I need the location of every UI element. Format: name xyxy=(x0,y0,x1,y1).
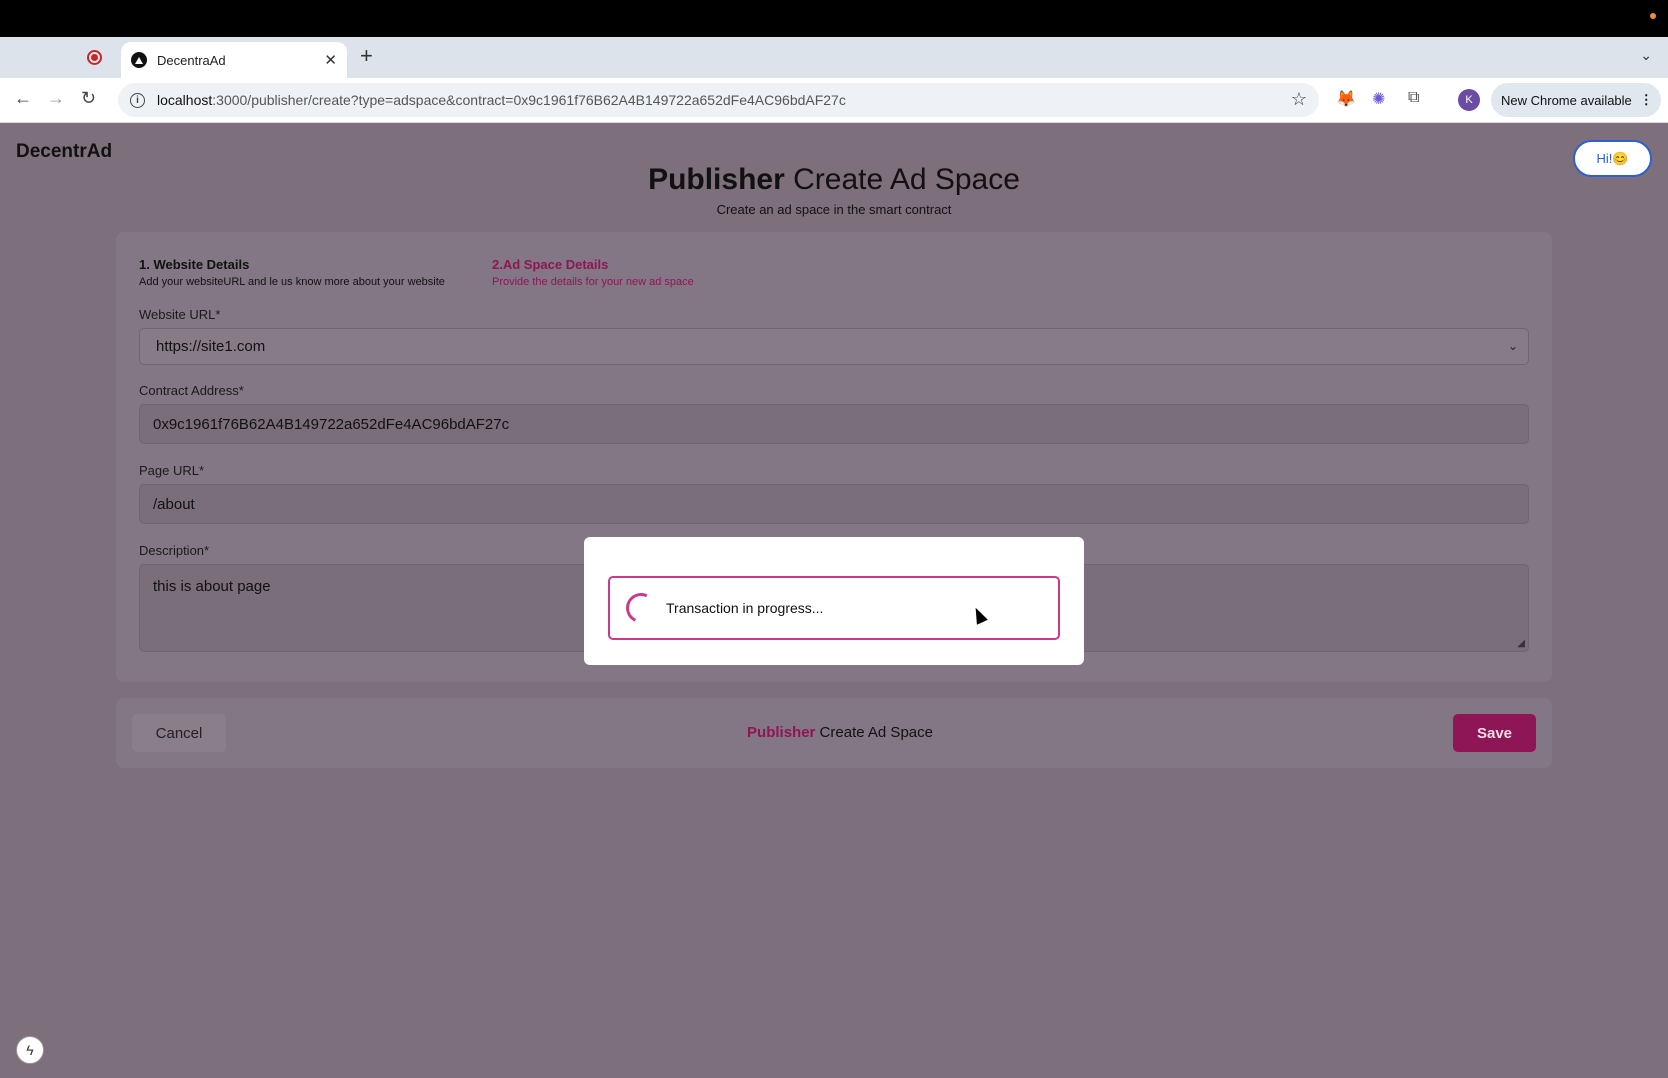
update-label: New Chrome available xyxy=(1501,92,1632,108)
loading-spinner-icon xyxy=(621,588,661,628)
browser-tab[interactable]: DecentraAd ✕ xyxy=(121,42,347,78)
contract-address-label: Contract Address* xyxy=(139,383,244,398)
profile-avatar[interactable]: K xyxy=(1458,89,1480,111)
step-website-details-subtitle: Add your websiteURL and le us know more … xyxy=(139,276,445,288)
page-subtitle: Create an ad space in the smart contract xyxy=(716,202,952,217)
os-menu-bar xyxy=(0,0,1668,37)
page-title-rest: Create Ad Space xyxy=(784,163,1020,196)
metamask-fox-icon[interactable]: 🦊 xyxy=(1336,89,1356,109)
forward-icon[interactable]: → xyxy=(47,88,65,109)
address-bar[interactable]: i localhost:3000/publisher/create?type=a… xyxy=(118,83,1319,117)
new-tab-button[interactable]: + xyxy=(360,43,373,69)
transaction-progress-box: Transaction in progress... xyxy=(608,576,1060,640)
transaction-progress-text: Transaction in progress... xyxy=(666,600,824,616)
footer-title-bold: Publisher xyxy=(747,724,816,741)
transaction-modal: Transaction in progress... xyxy=(584,537,1084,665)
lightning-bolt-icon[interactable]: ϟ xyxy=(16,1036,44,1064)
back-icon[interactable]: ← xyxy=(14,88,32,109)
website-url-label: Website URL* xyxy=(139,307,221,322)
url-path: :3000/publisher/create?type=adspace&cont… xyxy=(212,92,846,108)
step-ad-space-details-subtitle: Provide the details for your new ad spac… xyxy=(492,276,694,288)
chrome-update-button[interactable]: New Chrome available ⋮ xyxy=(1491,83,1661,117)
triangle-favicon-icon xyxy=(131,52,147,68)
extension-flower-icon[interactable]: ✺ xyxy=(1372,89,1385,109)
page-title: Publisher Create Ad Space xyxy=(0,163,1668,197)
save-button[interactable]: Save xyxy=(1453,714,1536,752)
website-url-value: https://site1.com xyxy=(156,338,266,355)
website-url-select[interactable]: https://site1.com ⌄ xyxy=(139,328,1529,365)
site-info-icon[interactable]: i xyxy=(130,92,145,108)
description-value: this is about page xyxy=(153,578,271,595)
chevron-down-icon: ⌄ xyxy=(1507,339,1518,353)
kebab-menu-icon: ⋮ xyxy=(1639,92,1653,107)
description-label: Description* xyxy=(139,543,210,558)
footer-title: Publisher Create Ad Space xyxy=(0,724,1668,741)
url-host: localhost xyxy=(157,92,213,108)
bookmark-star-icon[interactable]: ☆ xyxy=(1291,89,1307,110)
record-icon[interactable] xyxy=(87,50,102,65)
step-website-details[interactable]: 1. Website Details xyxy=(139,257,249,272)
page-url-value: /about xyxy=(153,495,195,513)
app-logo[interactable]: DecentrAd xyxy=(16,141,112,163)
tab-search-chevron-icon[interactable]: ⌄ xyxy=(1640,47,1652,64)
contract-address-value: 0x9c1961f76B62A4B149722a652dFe4AC96bdAF2… xyxy=(153,415,510,433)
contract-address-field[interactable]: 0x9c1961f76B62A4B149722a652dFe4AC96bdAF2… xyxy=(139,404,1529,444)
reload-icon[interactable]: ↻ xyxy=(81,88,96,109)
resize-handle-icon[interactable]: ◢ xyxy=(1517,638,1525,649)
page-title-bold: Publisher xyxy=(648,163,785,196)
tab-title: DecentraAd xyxy=(157,52,226,68)
step-ad-space-details[interactable]: 2.Ad Space Details xyxy=(492,257,608,272)
extensions-puzzle-icon[interactable]: ⧉ xyxy=(1408,89,1419,107)
page-url-field[interactable]: /about xyxy=(139,484,1529,524)
tab-strip: DecentraAd ✕ + ⌄ xyxy=(0,37,1668,78)
footer-title-rest: Create Ad Space xyxy=(815,724,933,741)
recording-indicator xyxy=(1650,13,1656,19)
close-tab-icon[interactable]: ✕ xyxy=(324,51,337,69)
browser-toolbar: ← → ↻ i localhost:3000/publisher/create?… xyxy=(0,78,1668,123)
page-url-label: Page URL* xyxy=(139,463,205,478)
